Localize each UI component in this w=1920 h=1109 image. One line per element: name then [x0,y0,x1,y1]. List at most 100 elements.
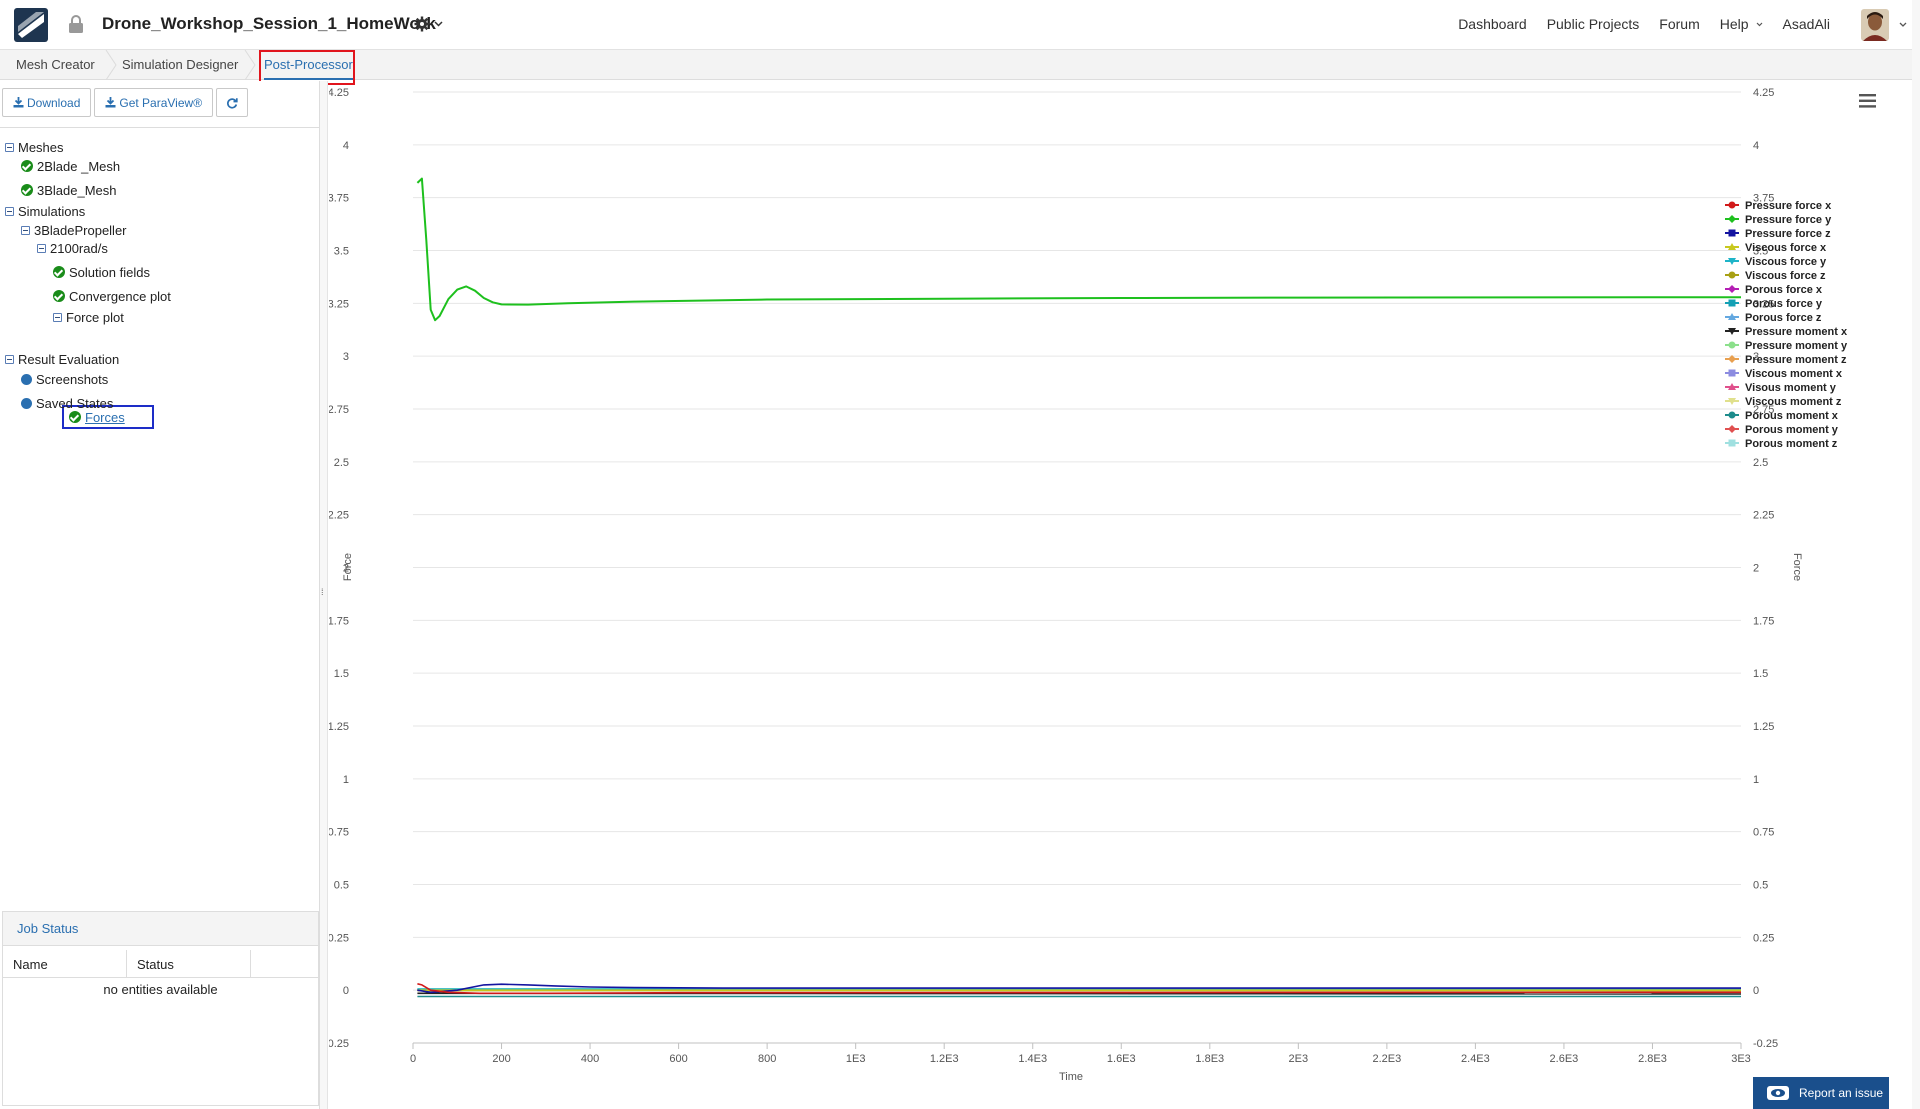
job-status-panel: Job Status Name Status no entities avail… [2,911,319,1106]
collapse-icon[interactable] [21,225,30,235]
legend-item[interactable]: Pressure force x [1725,200,1832,212]
report-issue-button[interactable]: Report an issue [1753,1077,1889,1109]
tree-label: Result Evaluation [18,351,120,367]
nav-public-projects[interactable]: Public Projects [1547,16,1640,32]
legend-item[interactable]: Porous force y [1725,298,1823,310]
legend-item[interactable]: Viscous moment z [1725,396,1842,408]
tree-node-mesh[interactable]: 3Blade_Mesh [21,181,117,199]
lock-icon [69,15,83,33]
legend-label: Viscous force z [1745,270,1826,282]
column-header-status[interactable]: Status [127,950,251,978]
legend-item[interactable]: Porous moment y [1725,424,1839,436]
collapse-icon[interactable] [53,312,62,322]
avatar[interactable] [1861,9,1889,41]
nav-forum[interactable]: Forum [1659,16,1699,32]
legend-item[interactable]: Porous moment x [1725,410,1839,422]
y-tick-label: 2.25 [329,510,349,522]
x-tick-label: 1.6E3 [1107,1053,1136,1065]
tab-mesh-creator[interactable]: Mesh Creator [16,50,95,80]
project-settings-menu[interactable] [414,13,454,35]
page-scrollbar[interactable] [1912,0,1920,1109]
nav-dashboard[interactable]: Dashboard [1458,16,1527,32]
chevron-down-icon[interactable] [1897,19,1909,31]
x-tick-label: 600 [669,1053,687,1065]
y-tick-label: 0 [343,985,349,997]
x-tick-label: 3E3 [1731,1053,1751,1065]
y-tick-label: 1.5 [1753,668,1768,680]
tree-node-screenshots[interactable]: Screenshots [21,370,108,388]
legend-marker [1728,299,1736,307]
check-circle-icon [53,266,65,278]
tab-simulation-designer[interactable]: Simulation Designer [122,50,238,80]
legend-label: Viscous force x [1745,242,1827,254]
collapse-icon[interactable] [5,206,14,216]
x-tick-label: 400 [581,1053,599,1065]
check-circle-icon [21,160,33,172]
y-tick-label: 0.25 [329,932,349,944]
tree-node-convergence-plot[interactable]: Convergence plot [53,287,171,305]
tree-label: Solution fields [69,264,150,280]
circle-icon [21,373,32,385]
legend-item[interactable]: Porous force z [1725,312,1822,324]
legend-label: Porous moment x [1745,410,1839,422]
legend-item[interactable]: Porous moment z [1725,438,1838,450]
download-icon [105,97,116,108]
x-tick-label: 800 [758,1053,776,1065]
tree-node-simulation[interactable]: 3BladePropeller [21,221,127,239]
legend-item[interactable]: Pressure force y [1725,214,1832,226]
y-tick-label: 3.5 [334,246,349,258]
tree-node-run[interactable]: 2100rad/s [37,239,108,257]
tree-node-simulations[interactable]: Simulations [5,202,85,220]
legend-label: Porous moment y [1745,424,1839,436]
y-tick-label: 1.25 [1753,721,1774,733]
job-status-title[interactable]: Job Status [3,912,318,946]
tree-node-saved-states[interactable]: Saved States [21,394,113,412]
chevron-right-icon [244,50,256,80]
download-button[interactable]: Download [2,88,92,117]
refresh-button[interactable] [216,88,249,117]
legend-item[interactable]: Porous force x [1725,284,1823,296]
legend-item[interactable]: Pressure moment z [1725,354,1847,366]
legend-item[interactable]: Pressure moment x [1725,326,1848,338]
legend-label: Viscous moment x [1745,368,1843,380]
logo-icon[interactable] [14,8,48,42]
x-tick-label: 200 [492,1053,510,1065]
x-tick-label: 1.8E3 [1195,1053,1224,1065]
legend-item[interactable]: Visous moment y [1725,382,1837,394]
legend-item[interactable]: Pressure force z [1725,228,1831,240]
tree-node-result-evaluation[interactable]: Result Evaluation [5,350,119,368]
collapse-icon[interactable] [5,354,14,364]
tree-label: 3BladePropeller [34,222,127,238]
legend-item[interactable]: Viscous force z [1725,270,1826,282]
download-icon [13,97,24,108]
nav-user[interactable]: AsadAli [1783,16,1830,32]
tree-label: 2Blade _Mesh [37,158,121,174]
tree-node-mesh[interactable]: 2Blade _Mesh [21,157,120,175]
y-tick-label: 3.75 [329,193,349,205]
top-bar: Drone_Workshop_Session_1_HomeWork Dashbo… [0,0,1920,50]
tree-node-meshes[interactable]: Meshes [5,138,64,156]
workbench-tabs: Mesh Creator Simulation Designer Post-Pr… [0,50,1920,80]
pane-splitter[interactable]: ⁞ [320,81,328,1109]
legend-item[interactable]: Viscous force y [1725,256,1827,268]
tab-post-processor[interactable]: Post-Processor [264,50,353,80]
chevron-down-icon [1756,22,1762,26]
collapse-icon[interactable] [5,142,14,152]
nav-help[interactable]: Help [1720,16,1763,32]
grip-icon: ⁞ [321,587,324,597]
legend-item[interactable]: Viscous moment x [1725,368,1843,380]
column-header-name[interactable]: Name [3,950,127,978]
x-axis-labels: 0 200 400 600 800 1E3 1.2E3 1.4E3 1.6E3 1.8E3 2E3 2… [410,1043,1751,1065]
tree-node-force-plot[interactable]: Force plot [53,308,124,326]
legend-item[interactable]: Pressure moment y [1725,340,1848,352]
collapse-icon[interactable] [37,243,46,253]
get-paraview-button[interactable]: Get ParaView® [94,88,214,117]
legend-marker [1728,439,1736,447]
x-axis-title: Time [1059,1071,1083,1083]
legend-item[interactable]: Viscous force x [1725,242,1827,254]
chart-menu-icon[interactable] [1859,94,1876,108]
tree-node-solution-fields[interactable]: Solution fields [53,263,150,281]
y-tick-label: -0.25 [329,1038,349,1050]
y-tick-label: 2 [1753,563,1759,575]
tree-label: Simulations [18,203,86,219]
